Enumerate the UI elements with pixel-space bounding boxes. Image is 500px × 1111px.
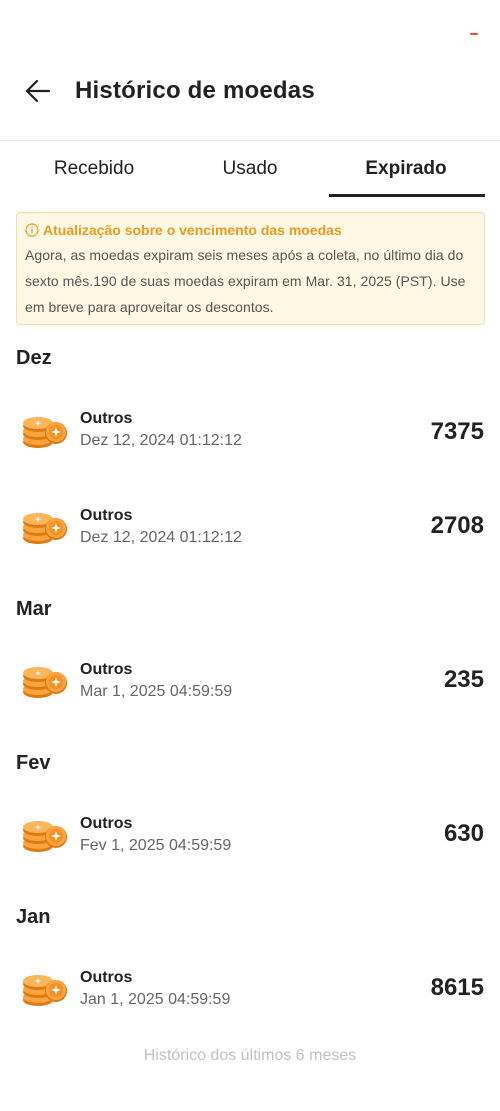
item-source: Outros	[80, 815, 133, 832]
arrow-left-icon	[25, 79, 51, 103]
month-header-fev: Fev	[16, 752, 51, 774]
coin-history-item[interactable]: Outros Jan 1, 2025 04:59:59 8615	[0, 960, 500, 1020]
coin-stack-icon	[23, 975, 67, 1006]
item-amount: 2708	[430, 512, 484, 539]
status-indicator	[470, 33, 478, 35]
month-header-jan: Jan	[16, 906, 51, 928]
tab-recebido[interactable]: Recebido	[16, 141, 172, 197]
tab-usado[interactable]: Usado	[172, 141, 328, 197]
coin-stack-icon	[23, 821, 67, 852]
item-amount: 7375	[430, 418, 484, 445]
active-tab-indicator	[329, 194, 485, 197]
coin-history-item[interactable]: Outros Mar 1, 2025 04:59:59 235	[0, 652, 500, 712]
coin-stack-icon	[23, 667, 67, 698]
status-bar	[0, 0, 500, 60]
coin-history-item[interactable]: Outros Dez 12, 2024 01:12:12 7375	[0, 402, 500, 462]
item-source: Outros	[80, 969, 133, 986]
month-header-mar: Mar	[16, 598, 52, 620]
back-button[interactable]	[22, 75, 54, 107]
coin-history-item[interactable]: Outros Dez 12, 2024 01:12:12 2708	[0, 498, 500, 558]
item-date: Dez 12, 2024 01:12:12	[80, 432, 242, 449]
coin-stack-icon	[23, 513, 67, 544]
item-date: Dez 12, 2024 01:12:12	[80, 529, 242, 546]
month-header-dez: Dez	[16, 347, 52, 369]
item-date: Mar 1, 2025 04:59:59	[80, 683, 233, 700]
item-source: Outros	[80, 410, 133, 427]
coin-history-item[interactable]: Outros Fev 1, 2025 04:59:59 630	[0, 806, 500, 866]
item-date: Fev 1, 2025 04:59:59	[80, 837, 232, 854]
notice-title: Atualização sobre o vencimento das moeda…	[43, 222, 342, 238]
item-amount: 8615	[430, 974, 484, 1001]
history-range-note: Histórico dos últimos 6 meses	[143, 1047, 357, 1064]
expiration-notice: Atualização sobre o vencimento das moeda…	[16, 212, 485, 325]
coin-stack-icon	[23, 417, 67, 448]
tab-expirado[interactable]: Expirado	[328, 141, 484, 197]
item-source: Outros	[80, 507, 133, 524]
tab-bar: Recebido Usado Expirado	[0, 141, 500, 197]
item-amount: 630	[443, 820, 484, 847]
page-header: Histórico de moedas	[0, 60, 500, 122]
item-amount: 235	[443, 666, 484, 693]
info-icon	[25, 223, 39, 237]
item-source: Outros	[80, 661, 133, 678]
page-title: Histórico de moedas	[75, 77, 315, 104]
notice-body: Agora, as moedas expiram seis meses após…	[25, 247, 466, 315]
item-date: Jan 1, 2025 04:59:59	[80, 991, 231, 1008]
